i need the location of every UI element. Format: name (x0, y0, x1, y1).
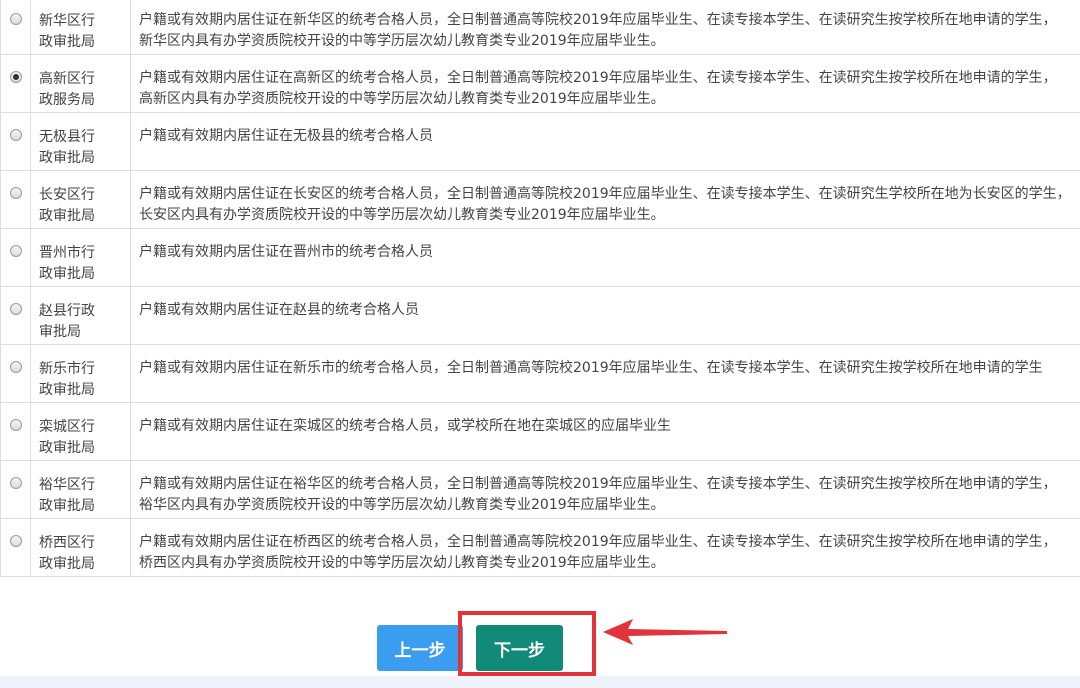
authority-radio[interactable] (9, 13, 22, 25)
prev-step-button[interactable]: 上一步 (377, 625, 463, 671)
authority-radio[interactable] (9, 535, 22, 547)
authority-name: 新华区行 政审批局 (30, 0, 131, 55)
authority-name: 新乐市行 政审批局 (30, 344, 131, 403)
authority-table: 新华区行 政审批局 户籍或有效期内居住证在新华区的统考合格人员，全日制普通高等院校2… (0, 0, 1080, 577)
authority-radio[interactable] (9, 303, 22, 315)
table-row[interactable]: 长安区行 政审批局 户籍或有效期内居住证在长安区的统考合格人员，全日制普通高等院校2… (0, 170, 1080, 229)
radio-cell (0, 54, 31, 113)
radio-cell (0, 518, 31, 577)
eligibility-condition: 户籍或有效期内居住证在栾城区的统考合格人员，或学校所在地在栾城区的应届毕业生 (130, 402, 1080, 461)
table-row[interactable]: 栾城区行 政审批局 户籍或有效期内居住证在栾城区的统考合格人员，或学校所在地在栾城区… (0, 402, 1080, 461)
authority-radio[interactable] (9, 129, 22, 141)
authority-name: 赵县行政 审批局 (30, 286, 131, 345)
radio-cell (0, 344, 31, 403)
radio-cell (0, 112, 31, 171)
authority-radio[interactable] (9, 187, 22, 199)
footer-band (0, 676, 1080, 688)
table-row[interactable]: 无极县行 政审批局 户籍或有效期内居住证在无极县的统考合格人员 (0, 112, 1080, 171)
eligibility-condition: 户籍或有效期内居住证在裕华区的统考合格人员，全日制普通高等院校2019年应届毕业… (130, 460, 1080, 519)
table-row[interactable]: 新乐市行 政审批局 户籍或有效期内居住证在新乐市的统考合格人员，全日制普通高等院校2… (0, 344, 1080, 403)
authority-name: 无极县行 政审批局 (30, 112, 131, 171)
table-row[interactable]: 裕华区行 政审批局 户籍或有效期内居住证在裕华区的统考合格人员，全日制普通高等院校2… (0, 460, 1080, 519)
eligibility-condition: 户籍或有效期内居住证在新华区的统考合格人员，全日制普通高等院校2019年应届毕业… (130, 0, 1080, 55)
authority-radio[interactable] (9, 477, 22, 489)
authority-radio[interactable] (9, 245, 22, 257)
radio-cell (0, 402, 31, 461)
eligibility-condition: 户籍或有效期内居住证在晋州市的统考合格人员 (130, 228, 1080, 287)
authority-radio[interactable] (9, 71, 22, 83)
eligibility-condition: 户籍或有效期内居住证在新乐市的统考合格人员，全日制普通高等院校2019年应届毕业… (130, 344, 1080, 403)
authority-name: 长安区行 政审批局 (30, 170, 131, 229)
table-row[interactable]: 赵县行政 审批局 户籍或有效期内居住证在赵县的统考合格人员 (0, 286, 1080, 345)
pointer-arrow-icon (603, 619, 727, 645)
authority-name: 裕华区行 政审批局 (30, 460, 131, 519)
authority-table-container: 新华区行 政审批局 户籍或有效期内居住证在新华区的统考合格人员，全日制普通高等院校2… (0, 0, 1080, 586)
table-row[interactable]: 桥西区行 政审批局 户籍或有效期内居住证在桥西区的统考合格人员，全日制普通高等院校2… (0, 518, 1080, 577)
radio-cell (0, 228, 31, 287)
eligibility-condition: 户籍或有效期内居住证在赵县的统考合格人员 (130, 286, 1080, 345)
eligibility-condition: 户籍或有效期内居住证在桥西区的统考合格人员，全日制普通高等院校2019年应届毕业… (130, 518, 1080, 577)
authority-radio[interactable] (9, 361, 22, 373)
radio-cell (0, 460, 31, 519)
authority-name: 栾城区行 政审批局 (30, 402, 131, 461)
authority-name: 高新区行 政服务局 (30, 54, 131, 113)
table-row[interactable]: 新华区行 政审批局 户籍或有效期内居住证在新华区的统考合格人员，全日制普通高等院校2… (0, 0, 1080, 55)
highlight-box (458, 611, 596, 676)
eligibility-condition: 户籍或有效期内居住证在长安区的统考合格人员，全日制普通高等院校2019年应届毕业… (130, 170, 1080, 229)
table-row[interactable]: 高新区行 政服务局 户籍或有效期内居住证在高新区的统考合格人员，全日制普通高等院校2… (0, 54, 1080, 113)
table-row[interactable]: 晋州市行 政审批局 户籍或有效期内居住证在晋州市的统考合格人员 (0, 228, 1080, 287)
radio-cell (0, 170, 31, 229)
radio-cell (0, 0, 31, 55)
authority-radio[interactable] (9, 419, 22, 431)
eligibility-condition: 户籍或有效期内居住证在高新区的统考合格人员，全日制普通高等院校2019年应届毕业… (130, 54, 1080, 113)
eligibility-condition: 户籍或有效期内居住证在无极县的统考合格人员 (130, 112, 1080, 171)
radio-cell (0, 286, 31, 345)
authority-name: 晋州市行 政审批局 (30, 228, 131, 287)
authority-name: 桥西区行 政审批局 (30, 518, 131, 577)
